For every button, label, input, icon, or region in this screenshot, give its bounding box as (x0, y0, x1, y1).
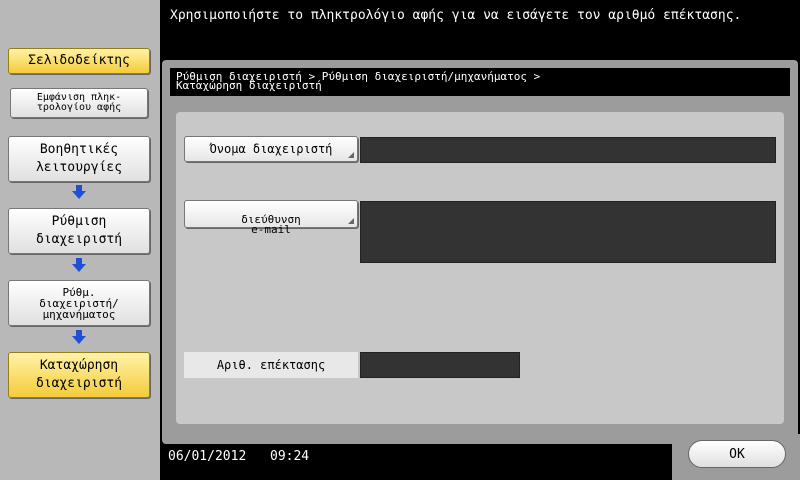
email-address-label: διεύθυνση e-mail (241, 213, 301, 236)
extension-number-label: Αριθ. επέκτασης (184, 352, 358, 378)
breadcrumb: Ρύθμιση διαχειριστή > Ρύθμιση διαχειριστ… (170, 68, 790, 96)
sidebar-item-admin-machine[interactable]: Ρύθμ. διαχειριστή/ μηχανήματος (8, 280, 150, 326)
date-display: 06/01/2012 (168, 449, 247, 464)
sidebar-item-admin-settings[interactable]: Ρύθμιση διαχειριστή (8, 208, 150, 254)
arrow-down-icon (72, 258, 86, 272)
admin-name-button[interactable]: Όνομα διαχειριστή (184, 136, 358, 162)
sidebar-item-label: Βοηθητικές λειτουργίες (35, 142, 123, 175)
main-panel: Ρύθμιση διαχειριστή > Ρύθμιση διαχειριστ… (162, 60, 798, 444)
form-area: Όνομα διαχειριστή διεύθυνση e-mail Αριθ.… (176, 112, 784, 424)
sidebar-item-utility[interactable]: Βοηθητικές λειτουργίες (8, 136, 150, 182)
arrow-down-icon (72, 185, 86, 199)
sidebar: Σελιδοδείκτης Εμφάνιση πληκ- τρολογίου α… (0, 0, 160, 480)
email-address-button[interactable]: διεύθυνση e-mail (184, 200, 358, 235)
instruction-message-bar: Χρησιμοποιήστε το πληκτρολόγιο αφής για … (160, 0, 800, 60)
arrow-down-icon (72, 330, 86, 344)
admin-name-field[interactable] (360, 137, 776, 163)
email-address-field[interactable] (360, 201, 776, 263)
corner-indicator-icon (348, 152, 354, 158)
time-display: 09:24 (270, 449, 310, 464)
corner-indicator-icon (348, 218, 354, 224)
instruction-message: Χρησιμοποιήστε το πληκτρολόγιο αφής για … (170, 8, 742, 23)
sidebar-item-label: Καταχώρηση διαχειριστή (35, 358, 123, 391)
sidebar-item-label: Ρύθμιση διαχειριστή (35, 214, 123, 247)
extension-number-field[interactable] (360, 352, 520, 378)
bookmark-label: Σελιδοδείκτης (28, 53, 130, 68)
admin-name-label: Όνομα διαχειριστή (209, 142, 333, 156)
sidebar-item-label: Ρύθμ. διαχειριστή/ μηχανήματος (39, 286, 119, 321)
show-keyboard-label: Εμφάνιση πληκ- τρολογίου αφής (36, 92, 122, 113)
show-keyboard-button[interactable]: Εμφάνιση πληκ- τρολογίου αφής (10, 88, 148, 118)
sidebar-item-admin-registration[interactable]: Καταχώρηση διαχειριστή (8, 352, 150, 398)
ok-button[interactable]: OK (688, 440, 786, 468)
bookmark-button[interactable]: Σελιδοδείκτης (8, 48, 150, 74)
